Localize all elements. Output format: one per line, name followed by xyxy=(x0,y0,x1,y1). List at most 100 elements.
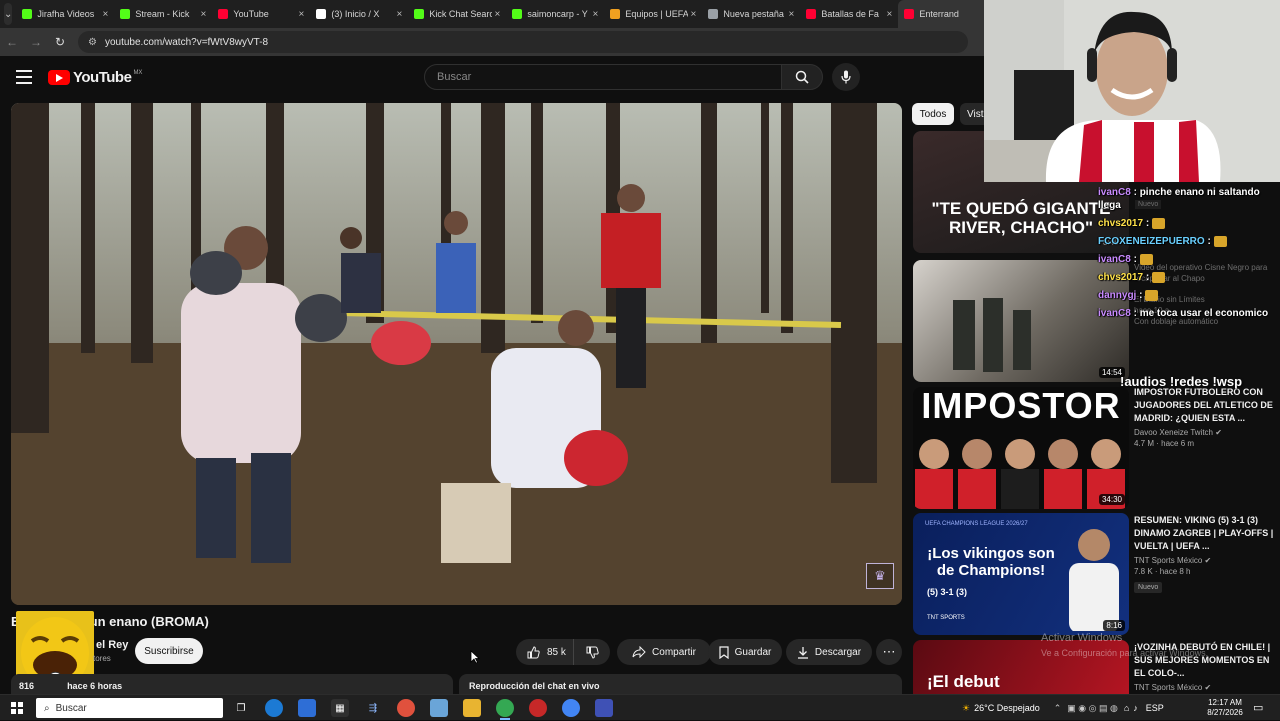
activate-windows-subtitle: Ve a Configuración para activar Windows. xyxy=(1041,648,1209,658)
download-button[interactable]: Descargar xyxy=(786,639,872,665)
tab-close-icon[interactable]: × xyxy=(299,9,305,20)
thumbnail-caption: ¡Los vikingos son de Champions! xyxy=(927,545,1055,579)
tab-label: Enterrand xyxy=(919,9,959,19)
tab-close-icon[interactable]: × xyxy=(593,9,599,20)
recommended-thumbnail-2[interactable]: 14:54 xyxy=(913,260,1129,382)
notepad-icon[interactable] xyxy=(430,699,448,717)
search-input[interactable]: Buscar xyxy=(424,64,782,90)
tab-close-icon[interactable]: × xyxy=(495,9,501,20)
language-indicator[interactable]: ESP xyxy=(1146,703,1164,713)
voice-search-button[interactable] xyxy=(832,63,860,91)
tab-close-icon[interactable]: × xyxy=(201,9,207,20)
search-button[interactable] xyxy=(781,64,823,90)
notification-icon[interactable]: ▭ xyxy=(1253,701,1263,714)
taskbar-clock[interactable]: 12:17 AM 8/27/2026 xyxy=(1204,698,1246,718)
tray-apps-icon[interactable]: ▣ ◉ ◎ ▤ ◍ xyxy=(1067,703,1118,714)
address-bar[interactable]: ⚙ youtube.com/watch?v=fWtV8wyVT-8 xyxy=(78,31,968,53)
tab-close-icon[interactable]: × xyxy=(397,9,403,20)
tab-search-button[interactable]: ⌄ xyxy=(4,3,13,25)
mail-icon[interactable] xyxy=(298,699,316,717)
recommended-thumbnail-3[interactable]: IMPOSTOR 34:30 xyxy=(913,387,1129,509)
volume-icon[interactable]: ♪ xyxy=(1133,703,1138,713)
browser-tab[interactable]: Stream - Kick × xyxy=(114,0,212,28)
youtube-logo[interactable]: YouTube MX xyxy=(48,69,142,86)
browser-tab[interactable]: Enterrand xyxy=(898,0,997,28)
chrome-icon[interactable] xyxy=(496,699,514,720)
subscribe-button[interactable]: Suscribirse xyxy=(135,638,203,664)
windows-taskbar: ⌕ Buscar ❐ ▦ ⇶ ☀ 26°C Despejado ⌃ ▣ ◉ ◎ … xyxy=(0,694,1280,720)
tab-favicon-icon xyxy=(414,9,425,19)
opera-icon[interactable] xyxy=(397,699,415,717)
windows-start-icon[interactable] xyxy=(11,702,23,714)
browser-tab[interactable]: Jirafha Videos × xyxy=(16,0,114,28)
video-player[interactable]: ♛ xyxy=(11,103,902,605)
tab-close-icon[interactable]: × xyxy=(789,9,795,20)
tab-close-icon[interactable]: × xyxy=(887,9,893,20)
obs-icon[interactable] xyxy=(529,699,547,717)
chat-emote-icon xyxy=(1151,217,1165,229)
thumbnail-caption: "TE QUEDÓ GIGANTE RIVER, CHACHO" xyxy=(931,199,1111,237)
browser-tab[interactable]: Nueva pestaña × xyxy=(702,0,800,28)
forward-icon[interactable]: → xyxy=(24,35,48,49)
youtube-wordmark: YouTube xyxy=(73,69,132,86)
like-button[interactable]: 85 k xyxy=(516,639,574,665)
video-info-3[interactable]: IMPOSTOR FUTBOLERO CON JUGADORES DEL ATL… xyxy=(1134,386,1280,448)
download-label: Descargar xyxy=(814,646,862,658)
country-code: MX xyxy=(133,69,143,76)
browser-tab[interactable]: saimoncarp - Y × xyxy=(506,0,604,28)
chrome-profile-icon[interactable] xyxy=(562,699,580,717)
tray-chevron-icon[interactable]: ⌃ xyxy=(1054,703,1062,714)
task-view-icon[interactable]: ❐ xyxy=(232,699,250,717)
verified-icon: ✔ xyxy=(1215,428,1222,437)
chat-message: FCOXENEIZEPUERRO : xyxy=(1098,235,1280,248)
recommended-thumbnail-4[interactable]: UEFA CHAMPIONS LEAGUE 2026/27 ¡Los vikin… xyxy=(913,513,1129,635)
chat-message: chvs2017 : xyxy=(1098,217,1280,230)
channel-name: Davoo Xeneize Twitch xyxy=(1134,428,1214,437)
browser-toolbar: ← → ↻ ⚙ youtube.com/watch?v=fWtV8wyVT-8 xyxy=(0,28,984,56)
network-icon[interactable]: ⌂ xyxy=(1124,703,1129,713)
description-box[interactable]: 816 hace 6 horas xyxy=(11,674,453,694)
save-label: Guardar xyxy=(734,646,772,658)
share-app-icon[interactable]: ⇶ xyxy=(364,699,382,717)
hamburger-menu-icon[interactable] xyxy=(16,70,32,84)
channel-name[interactable]: el Rey xyxy=(96,639,128,651)
tab-favicon-icon xyxy=(610,9,621,19)
save-button[interactable]: Guardar xyxy=(708,639,782,665)
verified-icon: ✔ xyxy=(1204,683,1212,692)
clock-date: 8/27/2026 xyxy=(1207,708,1243,717)
chip-all[interactable]: Todos xyxy=(912,103,954,125)
tab-close-icon[interactable]: × xyxy=(103,9,109,20)
new-badge: Nuevo xyxy=(1134,582,1163,593)
thumbnail-caption: IMPOSTOR xyxy=(921,387,1121,426)
like-dislike-group: 85 k xyxy=(516,639,610,665)
browser-tab[interactable]: Batallas de Fa × xyxy=(800,0,898,28)
dislike-button[interactable] xyxy=(574,639,610,665)
reload-icon[interactable]: ↻ xyxy=(48,35,72,49)
channel-watermark-icon[interactable]: ♛ xyxy=(866,563,894,589)
video-title: RESUMEN: VIKING (5) 3-1 (3) DINAMO ZAGRE… xyxy=(1134,515,1274,551)
taskbar-search-input[interactable]: ⌕ Buscar xyxy=(36,698,223,718)
video-info-4[interactable]: RESUMEN: VIKING (5) 3-1 (3) DINAMO ZAGRE… xyxy=(1134,514,1280,594)
share-label: Compartir xyxy=(652,646,696,658)
chat-message: chvs2017 : xyxy=(1098,271,1280,284)
back-icon[interactable]: ← xyxy=(0,35,24,49)
weather-text[interactable]: 26°C Despejado xyxy=(974,703,1040,713)
edge-icon[interactable] xyxy=(265,699,283,717)
site-info-icon[interactable]: ⚙ xyxy=(88,37,97,48)
browser-tab[interactable]: Kick Chat Search × xyxy=(408,0,506,28)
browser-tab[interactable]: YouTube × xyxy=(212,0,310,28)
more-actions-icon[interactable]: ⋯ xyxy=(876,639,902,665)
live-chat-replay[interactable]: Reproducción del chat en vivo xyxy=(459,674,902,694)
bookmark-icon xyxy=(719,645,729,659)
browser-tab[interactable]: (3) Inicio / X × xyxy=(310,0,408,28)
file-explorer-icon[interactable] xyxy=(463,699,481,717)
video-duration: 8:16 xyxy=(1103,620,1125,631)
tab-label: Nueva pestaña xyxy=(723,9,784,19)
store-icon[interactable]: ▦ xyxy=(331,699,349,717)
share-button[interactable]: Compartir xyxy=(617,639,711,665)
video-frame xyxy=(11,103,902,605)
browser-tab[interactable]: Equipos | UEFA × xyxy=(604,0,702,28)
app-icon[interactable] xyxy=(595,699,613,717)
tab-close-icon[interactable]: × xyxy=(691,9,697,20)
chat-username: ivanC8 xyxy=(1098,308,1131,319)
